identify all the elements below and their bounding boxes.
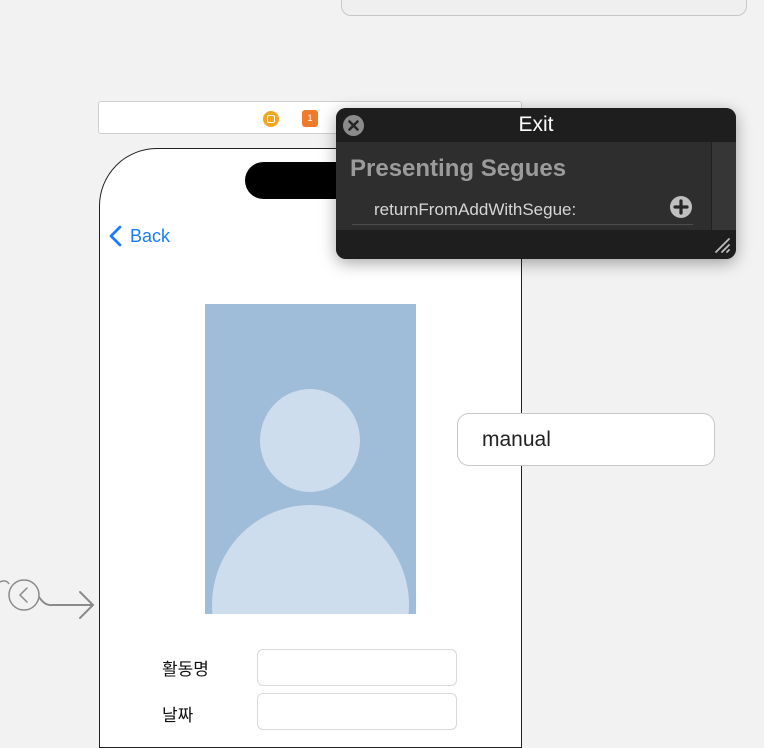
chevron-left-icon: [109, 225, 122, 247]
chevron-circle-icon: [8, 579, 40, 611]
top-panel: [341, 0, 747, 16]
segue-name: returnFromAddWithSegue:: [374, 200, 577, 219]
activity-name-label: 활동명: [162, 660, 209, 679]
profile-image-placeholder[interactable]: [205, 304, 416, 614]
activity-name-field[interactable]: [257, 649, 457, 686]
add-connection-icon[interactable]: [670, 196, 692, 218]
person-body-shape: [212, 505, 409, 614]
date-label: 날짜: [162, 706, 194, 725]
manual-label: manual: [482, 428, 551, 451]
segue-entry-arrow[interactable]: [0, 570, 100, 625]
exit-icon[interactable]: 1: [302, 110, 318, 127]
person-head-shape: [260, 389, 360, 492]
back-label: Back: [130, 225, 171, 246]
resize-grip-icon[interactable]: [712, 235, 732, 255]
exit-popover-title: Exit: [336, 108, 736, 142]
exit-popover-scrollbar[interactable]: [711, 142, 736, 230]
exit-popover-content: Presenting Segues returnFromAddWithSegue…: [336, 142, 712, 230]
exit-popover[interactable]: Exit Presenting Segues returnFromAddWith…: [336, 108, 736, 259]
close-icon[interactable]: [343, 115, 364, 136]
exit-title-text: Exit: [518, 113, 554, 136]
back-button[interactable]: Back: [109, 223, 170, 249]
exit-popover-footer: [336, 230, 736, 259]
manual-segue-trigger[interactable]: manual: [457, 413, 715, 466]
presenting-segues-heading: Presenting Segues: [350, 155, 567, 182]
segue-row[interactable]: returnFromAddWithSegue:: [352, 198, 693, 225]
view-controller-icon[interactable]: [263, 111, 279, 127]
date-field[interactable]: [257, 693, 457, 730]
